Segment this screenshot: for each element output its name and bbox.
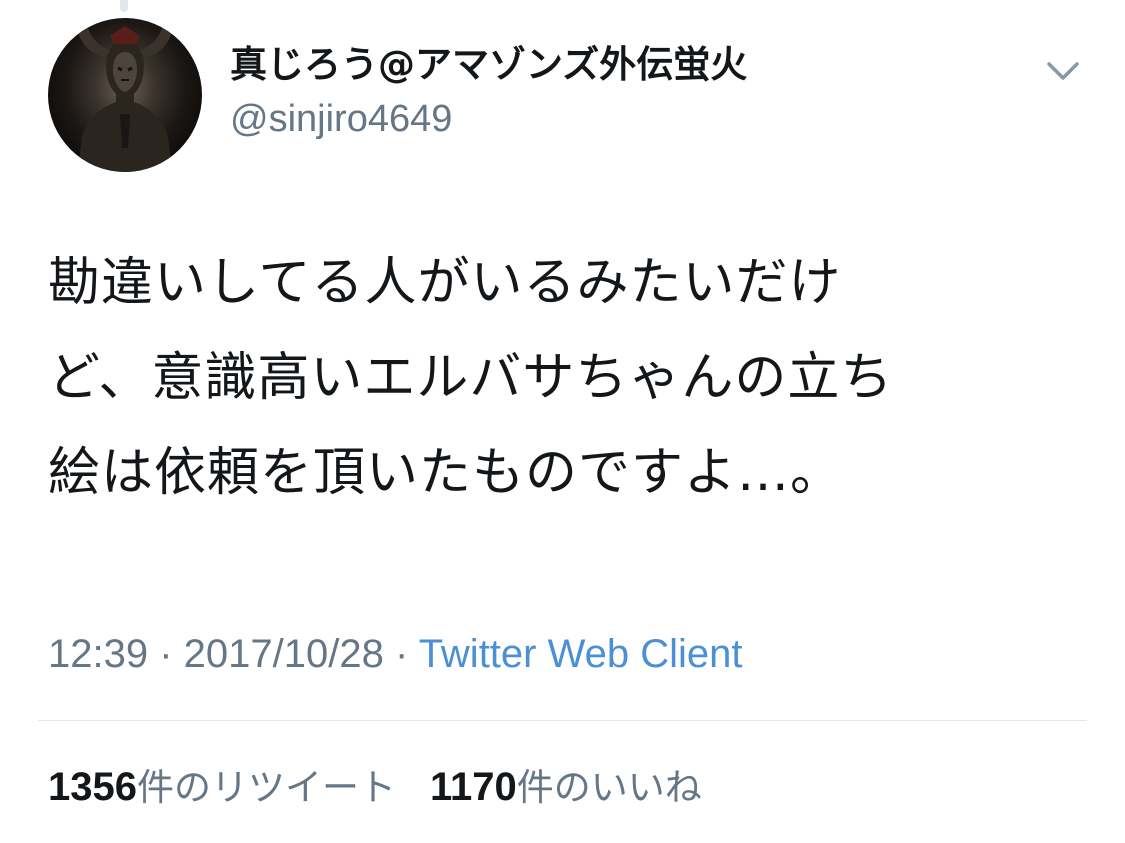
divider	[38, 720, 1087, 721]
tweet-meta: 12:39 · 2017/10/28 · Twitter Web Client	[48, 628, 743, 680]
likes-count: 1170	[429, 765, 517, 809]
tweet-text: 勘違いしてる人がいるみたいだけ ど、意識高いエルバサちゃんの立ち 絵は依頼を頂い…	[48, 236, 1058, 521]
meta-separator: ·	[148, 632, 184, 676]
tweet-date: 2017/10/28	[183, 632, 384, 676]
user-avatar[interactable]	[48, 18, 202, 172]
tweet-detail: 真じろう@アマゾンズ外伝蛍火 @sinjiro4649 勘違いしてる人がいるみた…	[0, 0, 1125, 843]
tweet-text-line: ど、意識高いエルバサちゃんの立ち	[48, 348, 894, 408]
chevron-down-icon[interactable]	[1044, 56, 1082, 86]
tweet-time: 12:39	[48, 632, 149, 676]
user-header: 真じろう@アマゾンズ外伝蛍火 @sinjiro4649	[230, 40, 747, 144]
likes-label: 件のいいね	[516, 766, 702, 809]
user-handle[interactable]: @sinjiro4649	[230, 94, 747, 144]
retweets-label: 件のリツイート	[136, 766, 396, 809]
retweets-stat[interactable]: 1356件のリツイート	[48, 760, 396, 815]
likes-stat[interactable]: 1170件のいいね	[430, 760, 702, 815]
retweets-count: 1356	[48, 765, 137, 809]
tweet-text-line: 絵は依頼を頂いたものですよ…。	[48, 443, 844, 503]
display-name[interactable]: 真じろう@アマゾンズ外伝蛍火	[230, 40, 747, 90]
tweet-stats: 1356件のリツイート 1170件のいいね	[48, 760, 702, 815]
tweet-source-link[interactable]: Twitter Web Client	[419, 632, 743, 676]
meta-separator: ·	[383, 632, 419, 676]
thread-connector	[120, 0, 128, 12]
tweet-text-line: 勘違いしてる人がいるみたいだけ	[48, 253, 842, 313]
avatar-image	[78, 26, 172, 172]
